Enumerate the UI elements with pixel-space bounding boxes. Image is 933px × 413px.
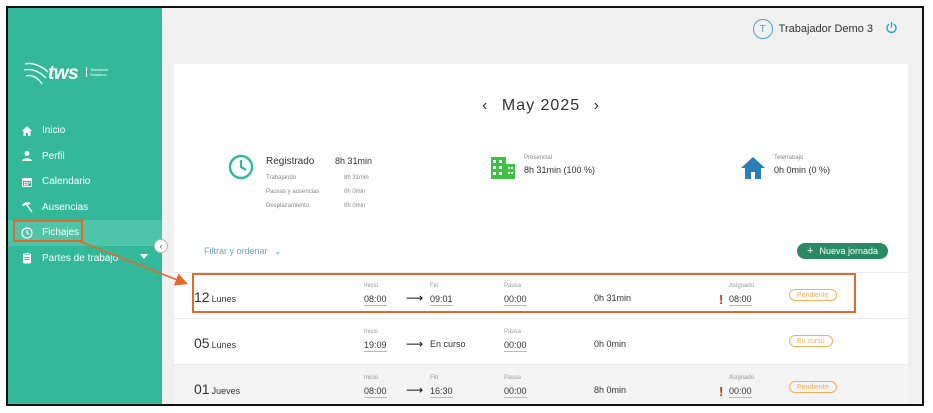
topbar: T Trabajador Demo 3 xyxy=(162,8,922,58)
inicio-field[interactable]: Inicio 08:00 xyxy=(364,375,387,399)
sidebar-item-label: Calendario xyxy=(42,176,91,188)
sidebar-item-ausencias[interactable]: Ausencias xyxy=(8,195,162,221)
pausas-label: Pausas y ausencias xyxy=(266,189,320,195)
logo-wordmark: tws xyxy=(48,63,79,84)
user-name: Trabajador Demo 3 xyxy=(778,23,873,35)
filter-sort-toggle[interactable]: Filtrar y ordenar ⌄ xyxy=(204,246,282,257)
status-badge: En curso xyxy=(789,335,833,347)
sidebar-item-label: Inicio xyxy=(42,125,66,137)
person-icon xyxy=(20,149,34,163)
calendar-icon xyxy=(20,175,34,189)
sidebar-item-label: Perfil xyxy=(42,150,65,162)
plus-icon: + xyxy=(807,245,814,257)
month-selector: ‹ May 2025 › xyxy=(174,97,908,115)
fin-value: En curso xyxy=(430,339,466,349)
app-window: tws Teamwork Solutions Inicio Perfil Cal… xyxy=(6,6,924,406)
status-badge: Pendiente xyxy=(789,381,837,393)
teletrabajo-value: 0h 0min (0 %) xyxy=(774,165,831,175)
total-hours: 8h 0min xyxy=(594,385,627,395)
fichajes-card: ‹ May 2025 › Registrado 8h 31min Trabaja… xyxy=(174,64,908,404)
pausas-value: 0h 0min xyxy=(344,189,366,195)
fin-field[interactable]: Fin 16:30 xyxy=(430,375,453,399)
presencial-value: 8h 31min (100 %) xyxy=(524,165,596,175)
registrado-total: 8h 31min xyxy=(335,156,373,166)
chevron-down-icon xyxy=(140,253,148,259)
sidebar-item-perfil[interactable]: Perfil xyxy=(8,144,162,170)
sidebar-item-label: Partes de trabajo xyxy=(42,252,119,264)
day-label: 01 Jueves xyxy=(194,381,241,397)
logo-tagline: Teamwork Solutions xyxy=(86,67,120,77)
sidebar-nav: Inicio Perfil Calendario Ausencias Ficha… xyxy=(8,118,162,271)
presencial-label: Presencial xyxy=(524,155,553,161)
arrow-right-icon: ⟶ xyxy=(406,383,424,397)
avatar[interactable]: T xyxy=(752,19,773,39)
user-menu[interactable]: T Trabajador Demo 3 xyxy=(752,19,898,39)
beach-umbrella-icon xyxy=(20,200,34,214)
total-hours: 0h 0min xyxy=(594,339,627,349)
sidebar: tws Teamwork Solutions Inicio Perfil Cal… xyxy=(8,8,162,404)
stat-registrado: Registrado 8h 31min Trabajando 8h 31min … xyxy=(228,152,378,212)
pausa-field[interactable]: Pausa 00:00 xyxy=(504,329,527,353)
stat-presencial: Presencial 8h 31min (100 %) xyxy=(490,154,630,184)
highlight-box-row xyxy=(192,273,856,313)
teletrabajo-label: Teletrabajo xyxy=(774,155,804,161)
new-jornada-label: Nueva jornada xyxy=(819,246,878,256)
registrado-title: Registrado xyxy=(266,156,315,167)
sidebar-item-label: Ausencias xyxy=(42,201,89,213)
tws-logo: tws Teamwork Solutions xyxy=(22,60,117,86)
desplazamiento-label: Desplazamiento xyxy=(266,203,310,209)
inicio-field[interactable]: Inicio 19:09 xyxy=(364,329,387,353)
month-label: May 2025 xyxy=(501,97,581,114)
table-row[interactable]: 05 Lunes Inicio 19:09 ⟶ En curso Pausa 00:0… xyxy=(174,318,908,364)
sidebar-collapse-button[interactable]: ‹ xyxy=(154,239,168,253)
chevron-left-icon: ‹ xyxy=(159,241,163,251)
trabajando-label: Trabajando xyxy=(266,175,297,181)
asignado-field: Asignado 00:00 xyxy=(729,375,755,398)
power-icon[interactable] xyxy=(885,21,898,37)
building-icon xyxy=(491,157,515,179)
sidebar-item-inicio[interactable]: Inicio xyxy=(8,118,162,144)
sidebar-item-calendario[interactable]: Calendario xyxy=(8,169,162,195)
desplazamiento-value: 0h 0min xyxy=(344,203,366,209)
day-label: 05 Lunes xyxy=(194,335,237,351)
next-month-button[interactable]: › xyxy=(594,97,600,115)
sidebar-item-partes-de-trabajo[interactable]: Partes de trabajo xyxy=(8,246,162,272)
warning-icon: ! xyxy=(719,384,724,399)
highlight-box-fichajes xyxy=(13,220,83,242)
table-row[interactable]: 01 Jueves Inicio 08:00 ⟶ Fin 16:30 Pausa 00:… xyxy=(174,364,908,404)
clock-icon xyxy=(228,154,254,180)
chevron-down-icon: ⌄ xyxy=(274,246,282,256)
home-icon xyxy=(20,124,34,138)
new-jornada-button[interactable]: + Nueva jornada xyxy=(797,243,888,259)
filter-label: Filtrar y ordenar xyxy=(204,246,268,256)
pausa-field[interactable]: Pausa 00:00 xyxy=(504,375,527,399)
trabajando-value: 8h 31min xyxy=(344,175,369,181)
stat-teletrabajo: Teletrabajo 0h 0min (0 %) xyxy=(740,154,870,184)
house-icon xyxy=(741,157,765,179)
clipboard-icon xyxy=(20,251,34,265)
prev-month-button[interactable]: ‹ xyxy=(482,97,488,115)
arrow-right-icon: ⟶ xyxy=(406,337,424,351)
